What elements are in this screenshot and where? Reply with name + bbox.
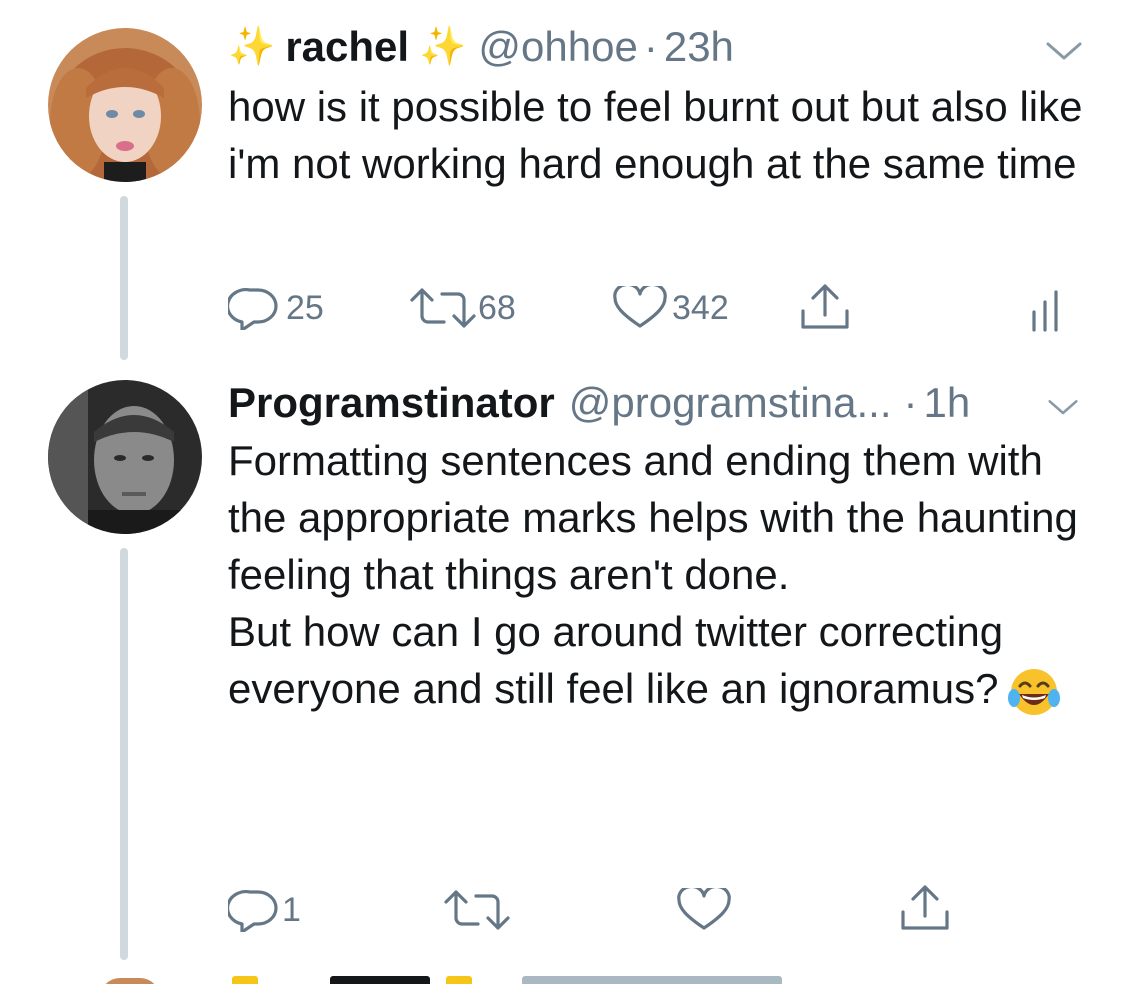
share-icon [901,885,949,930]
thread-line [120,548,128,960]
tweet-3-partial[interactable] [0,974,1125,984]
like-icon [677,888,731,930]
display-name[interactable]: rachel [285,26,409,68]
tweet-1[interactable]: ✨ rachel ✨ @ohhoe · 23h how is it possib… [0,0,1125,370]
laughing-emoji [1008,668,1061,715]
share-icon [801,284,849,329]
sparkle-emoji: ✨ [228,26,276,68]
avatar[interactable] [48,380,202,534]
timestamp[interactable]: 23h [664,26,734,68]
retweet-button[interactable] [442,888,512,932]
tweet-paragraph: how is it possible to feel burnt out but… [228,83,1083,187]
sparkle-icon [446,976,472,984]
tweet-paragraph: But how can I go around twitter correcti… [228,603,1088,718]
sparkle-emoji: ✨ [419,26,467,68]
like-button[interactable]: 342 [612,286,729,330]
reply-icon [228,890,278,932]
user-handle[interactable]: @ohhoe [478,26,637,68]
reply-button[interactable]: 1 [228,888,301,932]
analytics-button[interactable] [1030,288,1060,332]
reply-button[interactable]: 25 [228,286,324,330]
user-handle[interactable]: @programstina... [569,382,892,424]
chevron-down-icon[interactable] [1044,40,1084,64]
retweet-button[interactable]: 68 [408,286,516,330]
chevron-down-icon[interactable] [1046,398,1080,418]
reply-count: 1 [282,890,301,929]
reply-count: 25 [286,288,324,327]
tweet-paragraph: Formatting sentences and ending them wit… [228,437,1078,598]
retweet-count: 68 [478,288,516,327]
tweet-2[interactable]: Programstinator @programstina... · 1h Fo… [0,370,1125,970]
timeline: ✨ rachel ✨ @ohhoe · 23h how is it possib… [0,0,1125,984]
tweet-paragraph-text: But how can I go around twitter correcti… [228,608,1004,712]
display-name[interactable]: Programstinator [228,382,555,424]
reply-icon [228,288,278,330]
user-handle [522,976,782,984]
retweet-icon [444,890,510,930]
like-icon [613,286,667,328]
separator: · [903,379,918,426]
share-button[interactable] [798,283,852,333]
timestamp[interactable]: 1h [924,382,971,424]
tweet-header: Programstinator @programstina... · 1h [228,382,970,424]
tweet-header: ✨ rachel ✨ @ohhoe · 23h [228,26,734,68]
retweet-icon [410,288,476,328]
avatar[interactable] [48,28,202,182]
like-button[interactable] [676,888,732,932]
tweet-text: how is it possible to feel burnt out but… [228,78,1088,192]
thread-line [120,196,128,360]
analytics-icon [1032,290,1058,332]
like-count: 342 [672,288,729,327]
share-button[interactable] [898,884,952,934]
sparkle-icon [232,976,258,984]
avatar[interactable] [100,978,160,984]
tweet-text: Formatting sentences and ending them wit… [228,432,1088,718]
display-name [330,976,430,984]
separator: · [643,23,658,70]
